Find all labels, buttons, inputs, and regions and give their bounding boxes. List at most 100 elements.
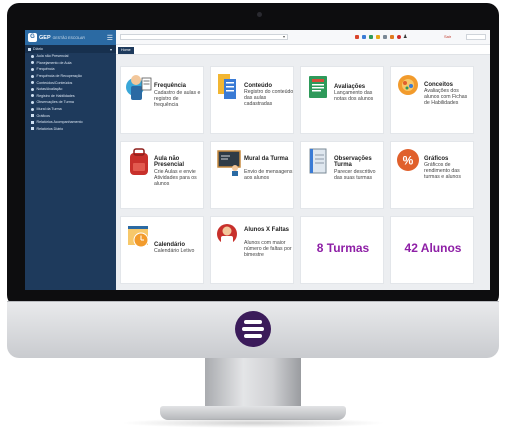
dashboard: Frequência Cadastro de aulas e registro … <box>116 55 490 290</box>
sidebar-item-label: Frequência de Recuperação <box>36 74 82 79</box>
dot-icon <box>31 67 34 71</box>
sidebar-item[interactable]: Observações de Turma <box>25 99 116 106</box>
sidebar-item-label: Aula não Presencial <box>36 54 69 59</box>
star-icon[interactable] <box>390 35 394 39</box>
card-description: Alunos com maior número de faltas por bi… <box>244 240 292 258</box>
card-turmas-count[interactable]: 8 Turmas <box>300 216 384 284</box>
brand-subtitle: GESTÃO ESCOLAR <box>52 35 85 40</box>
dot-icon <box>31 100 34 104</box>
print-icon <box>31 120 34 124</box>
sidebar-item[interactable]: Notas/Avaliação <box>25 86 116 93</box>
dot-icon <box>31 61 34 65</box>
turmas-count: 8 Turmas <box>316 241 370 255</box>
search-input[interactable]: ▾ <box>120 34 288 40</box>
sidebar: G GEP GESTÃO ESCOLAR ☰ Diário ▾ Aula não… <box>25 30 116 290</box>
sidebar-item[interactable]: Aula não Presencial <box>25 53 116 60</box>
card-aula-nao-presencial[interactable]: Aula não Presencial Crie Aulas e envie A… <box>120 141 204 209</box>
gep-logo-icon: G <box>28 33 37 42</box>
alunos-count: 42 Alunos <box>404 241 462 255</box>
sidebar-item-label: Registro de Habilidades <box>36 93 75 98</box>
sidebar-section-label: Diário <box>33 47 43 51</box>
sidebar-item[interactable]: Registro de Habilidades <box>25 93 116 100</box>
card-avaliacoes[interactable]: Avaliações Lançamento das notas dos alun… <box>300 66 384 134</box>
user-icon[interactable]: ♟ <box>403 34 407 40</box>
card-title: Aula não Presencial <box>154 156 185 169</box>
brand-logo-icon <box>235 311 271 347</box>
percent-icon: % <box>397 149 419 171</box>
dot-icon <box>31 107 34 111</box>
card-description: Crie Aulas e envie Atividades para os al… <box>154 169 197 187</box>
chevron-down-icon: ▾ <box>282 34 285 39</box>
card-conceitos[interactable]: Conceitos Avaliações dos alunos com Fich… <box>390 66 474 134</box>
grid-icon[interactable] <box>362 35 366 39</box>
sidebar-item-label: Planejamento de Aula <box>36 60 72 65</box>
sidebar-item[interactable]: Conteúdos/Conteúdos <box>25 79 116 86</box>
sidebar-item[interactable]: Planejamento de Aula <box>25 60 116 67</box>
card-alunos-x-faltas[interactable]: Alunos X Faltas Alunos com maior número … <box>210 216 294 284</box>
card-title: Observações Turma <box>334 156 372 169</box>
svg-text:%: % <box>403 154 414 168</box>
dot-icon <box>31 54 34 58</box>
camera-dot <box>257 12 262 17</box>
sidebar-item-label: Frequência <box>36 67 55 72</box>
sidebar-section-diario[interactable]: Diário ▾ <box>25 45 116 53</box>
percent-icon[interactable] <box>376 35 380 39</box>
card-description: Parecer descritivo das suas turmas <box>334 169 376 181</box>
chevron-down-icon: ▾ <box>109 46 112 52</box>
print-icon <box>31 127 34 131</box>
folder-icon <box>28 47 31 51</box>
card-title: Mural da Turma <box>244 156 289 162</box>
menu-toggle-icon[interactable]: ☰ <box>107 34 113 42</box>
documents-icon <box>218 74 236 99</box>
sidebar-item[interactable]: Mural da Turma <box>25 106 116 113</box>
chart-icon <box>31 114 34 118</box>
sidebar-item-label: Gráficos <box>36 113 50 118</box>
sidebar-item-label: Mural da Turma <box>36 107 62 112</box>
student-icon <box>217 224 237 245</box>
sidebar-item-label: Relatórios Acompanhamento <box>36 120 83 125</box>
monitor-stand-neck <box>205 358 301 410</box>
top-bar: ▾ ♟ Sair <box>116 30 490 45</box>
card-description: Lançamento das notas dos alunos <box>334 90 374 102</box>
power-icon[interactable] <box>397 35 401 39</box>
sidebar-menu: Aula não Presencial Planejamento de Aula F… <box>25 53 116 132</box>
card-graficos[interactable]: % Gráficos Gráficos de rendimento das tu… <box>390 141 474 209</box>
card-frequencia[interactable]: Frequência Cadastro de aulas e registro … <box>120 66 204 134</box>
sidebar-item[interactable]: Gráficos <box>25 112 116 119</box>
card-title: Frequência <box>154 83 187 89</box>
card-description: Envio de mensagens aos alunos <box>244 169 293 181</box>
stand-shadow <box>120 418 386 428</box>
card-title: Alunos X Faltas <box>244 227 290 233</box>
book-icon <box>309 76 327 98</box>
stats-icon[interactable] <box>369 35 373 39</box>
backpack-icon <box>130 148 148 175</box>
tab-bar: Home <box>116 45 490 55</box>
card-conteudo[interactable]: Conteúdo Registro do conteúdo das aulas … <box>210 66 294 134</box>
sidebar-item[interactable]: Relatórios Acompanhamento <box>25 119 116 126</box>
app-screen: G GEP GESTÃO ESCOLAR ☰ Diário ▾ Aula não… <box>25 30 490 290</box>
sidebar-item-label: Observações de Turma <box>36 100 74 105</box>
calendar-icon <box>128 226 149 248</box>
card-description: Avaliações dos alunos com Fichas de Habi… <box>424 88 468 106</box>
tab-home[interactable]: Home <box>118 47 134 54</box>
sidebar-item[interactable]: Relatórios Diário <box>25 126 116 133</box>
calendar-icon[interactable] <box>383 35 387 39</box>
card-observacoes-turma[interactable]: Observações Turma Parecer descritivo das… <box>300 141 384 209</box>
alert-icon[interactable] <box>355 35 359 39</box>
year-select[interactable] <box>466 34 486 40</box>
card-mural-da-turma[interactable]: Mural da Turma Envio de mensagens aos al… <box>210 141 294 209</box>
notebook-icon <box>309 148 327 174</box>
card-description: Calendário Letivo <box>154 248 195 254</box>
dot-icon <box>31 94 34 98</box>
card-alunos-count[interactable]: 42 Alunos <box>390 216 474 284</box>
brain-icon <box>398 75 418 95</box>
card-calendario[interactable]: Calendário Calendário Letivo <box>120 216 204 284</box>
dot-icon <box>31 81 34 85</box>
sidebar-item[interactable]: Frequência de Recuperação <box>25 73 116 80</box>
card-description: Cadastro de aulas e registro de frequênc… <box>154 90 201 108</box>
logout-link[interactable]: Sair <box>444 34 451 39</box>
sidebar-item[interactable]: Frequência <box>25 66 116 73</box>
dot-icon <box>31 74 34 78</box>
teacher-icon <box>126 75 152 100</box>
brand-bar: G GEP GESTÃO ESCOLAR ☰ <box>25 30 116 45</box>
